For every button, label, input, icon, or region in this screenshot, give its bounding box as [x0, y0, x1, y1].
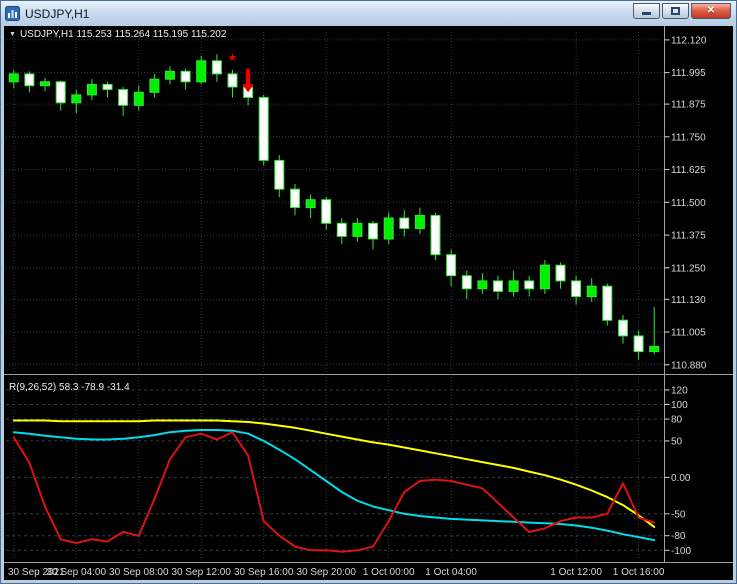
svg-text:80: 80: [671, 415, 683, 426]
svg-text:30 Sep 04:00: 30 Sep 04:00: [47, 567, 107, 578]
svg-text:-50: -50: [671, 509, 686, 520]
svg-text:111.130: 111.130: [671, 295, 706, 306]
svg-text:-80: -80: [671, 531, 686, 542]
svg-text:100: 100: [671, 400, 688, 411]
svg-text:1 Oct 16:00: 1 Oct 16:00: [613, 567, 665, 578]
title-bar[interactable]: USDJPY,H1 ✕: [1, 1, 736, 26]
close-button[interactable]: ✕: [691, 3, 731, 19]
svg-text:111.995: 111.995: [671, 68, 706, 79]
price-axis-labels: 112.120 111.995 111.875 111.750 111.625 111.5…: [664, 35, 707, 371]
svg-text:1 Oct 12:00: 1 Oct 12:00: [550, 567, 602, 578]
indicator-lines: [12, 419, 656, 553]
svg-text:1 Oct 00:00: 1 Oct 00:00: [363, 567, 415, 578]
svg-text:112.120: 112.120: [671, 35, 707, 46]
chart-svg[interactable]: ★ 112.120 111.995 111.875 111.750 111.625 111.…: [4, 26, 733, 580]
app-icon: [5, 6, 20, 21]
fast-line: [12, 431, 656, 553]
maximize-button[interactable]: [662, 3, 689, 19]
chart-area[interactable]: ★ 112.120 111.995 111.875 111.750 111.625 111.…: [4, 26, 733, 580]
svg-text:-100: -100: [671, 546, 691, 557]
window-controls: ✕: [633, 3, 731, 19]
svg-text:111.875: 111.875: [671, 100, 706, 111]
minimize-icon: [642, 12, 651, 15]
svg-text:30 Sep 08:00: 30 Sep 08:00: [109, 567, 169, 578]
slow-line: [12, 419, 656, 528]
window-title: USDJPY,H1: [25, 6, 90, 21]
application-window: USDJPY,H1 ✕ ★ 112.120 111.995 111.875 111.75…: [0, 0, 737, 584]
minimize-button[interactable]: [633, 3, 660, 19]
svg-text:111.375: 111.375: [671, 231, 706, 242]
svg-text:1 Oct 04:00: 1 Oct 04:00: [425, 567, 477, 578]
maximize-icon: [671, 7, 680, 15]
svg-text:30 Sep 16:00: 30 Sep 16:00: [234, 567, 294, 578]
one-click-trading-arrow[interactable]: ▼: [9, 31, 16, 38]
svg-text:50: 50: [671, 436, 683, 447]
svg-text:0.00: 0.00: [671, 473, 691, 484]
svg-text:111.750: 111.750: [671, 132, 706, 143]
svg-text:111.625: 111.625: [671, 165, 706, 176]
pane-separators: [4, 26, 733, 563]
close-icon: ✕: [706, 5, 716, 16]
annotation-star: ★: [228, 52, 238, 64]
time-axis-labels: 30 Sep 202130 Sep 04:00 30 Sep 08:00 30 Se…: [8, 567, 665, 578]
svg-text:111.500: 111.500: [671, 198, 706, 209]
svg-text:111.250: 111.250: [671, 263, 706, 274]
svg-text:111.005: 111.005: [671, 328, 706, 339]
indicator-axis-labels: 120 100 80 50 0.00 -50 -80 -100: [664, 385, 691, 557]
svg-text:110.880: 110.880: [671, 360, 707, 371]
svg-text:30 Sep 12:00: 30 Sep 12:00: [171, 567, 231, 578]
mid-line: [12, 429, 656, 542]
candlesticks: [8, 54, 660, 360]
svg-text:120: 120: [671, 385, 688, 396]
svg-text:30 Sep 20:00: 30 Sep 20:00: [296, 567, 356, 578]
